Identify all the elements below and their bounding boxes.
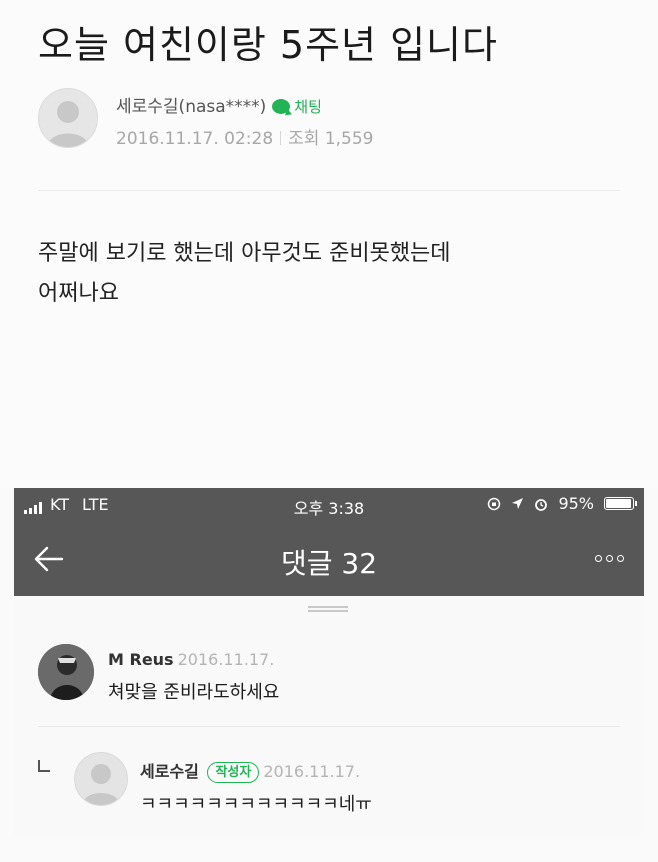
post-body-line: 어쩌나요 [38,281,119,306]
author-name[interactable]: 세로수길(nasa****) [116,97,266,117]
profile-photo-icon [38,644,94,700]
location-icon [512,498,524,509]
battery-percent: 95% [558,494,594,513]
alarm-icon [535,498,548,511]
post-title: 오늘 여친이랑 5주년 입니다 [38,23,498,67]
rotation-lock-icon [488,497,501,510]
chat-icon[interactable] [272,99,291,114]
more-icon[interactable] [595,555,624,562]
post-body: 주말에 보기로 했는데 아무것도 준비못했는데 어쩌나요 [38,234,598,314]
default-avatar-icon [47,101,89,147]
author-line: 세로수길(nasa****) 채팅 [116,92,322,117]
comments-title: 댓글 32 [280,547,378,580]
default-avatar-icon [82,764,120,805]
reply-date: 2016.11.17. [263,762,361,781]
post-divider [38,190,620,191]
reply-author[interactable]: 세로수길 [140,762,199,781]
meta-separator [280,131,282,145]
comment-date: 2016.11.17. [177,650,275,669]
comment-author-line: M Reus 2016.11.17. [108,650,274,669]
battery-fill [606,499,631,508]
commenter-avatar[interactable] [38,644,94,700]
battery-icon [604,497,637,510]
comment-text: 쳐맞을 준비라도하세요 [108,682,280,703]
status-right: 95% [487,494,637,513]
comment-list: M Reus 2016.11.17. 쳐맞을 준비라도하세요 세로수길 작성자 20… [14,596,644,836]
comments-header: 댓글 32 [14,522,644,596]
status-bar: KT LTE 오후 3:38 95% [14,488,644,522]
post-meta: 2016.11.17. 02:28 조회 1,559 [116,124,374,149]
writer-badge: 작성자 [207,762,260,783]
reply-indicator-icon [38,760,50,772]
post-date: 2016.11.17. 02:28 [116,129,274,149]
reply-author-avatar[interactable] [74,752,128,806]
post-area: 오늘 여친이랑 5주년 입니다 세로수길(nasa****) 채팅 2016.11… [0,0,658,488]
chat-link[interactable]: 채팅 [294,98,322,116]
author-avatar[interactable] [38,88,98,148]
comment-author[interactable]: M Reus [108,650,174,669]
view-count: 조회 1,559 [288,129,374,149]
comment-divider [38,726,620,727]
drag-handle[interactable] [308,606,348,612]
reply-author-line: 세로수길 작성자 2016.11.17. [140,758,360,783]
reply-text: ㅋㅋㅋㅋㅋㅋㅋㅋㅋㅋㅋㅋ네ㅠ [140,794,372,815]
post-body-line: 주말에 보기로 했는데 아무것도 준비못했는데 [38,241,451,266]
